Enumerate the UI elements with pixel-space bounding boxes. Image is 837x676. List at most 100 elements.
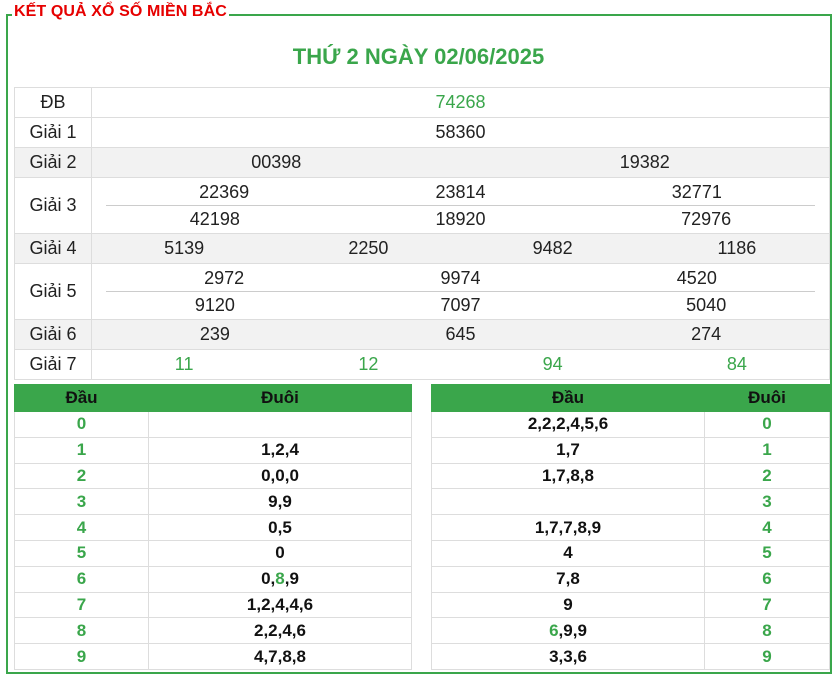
tail-digits: [148, 411, 412, 438]
prize-label: Giải 4: [14, 233, 92, 264]
head-part: ,9,9: [558, 620, 587, 640]
prize-label: Giải 2: [14, 147, 92, 178]
head-digit: 6: [14, 565, 149, 593]
head-digits: 1,7: [431, 436, 705, 464]
table-row: 7,8 6: [431, 565, 830, 593]
prize-row-g1: Giải 1 58360: [14, 117, 830, 148]
head-digits: 9: [431, 591, 705, 619]
prize-value: 00398: [251, 152, 302, 172]
prize-value: 2250: [348, 238, 389, 258]
tail-digits: 4,7,8,8: [148, 643, 412, 670]
date-title: THỨ 2 NGÀY 02/06/2025: [292, 44, 545, 69]
head-digit: 2: [14, 462, 149, 490]
table-row: 0: [14, 411, 412, 438]
tail-part: ,9: [284, 569, 299, 589]
tail-digit: 9: [704, 643, 830, 670]
tail-digit: 0: [704, 411, 830, 438]
head-digits: 2,2,2,4,5,6: [431, 411, 705, 438]
tail-digits: 9,9: [148, 488, 412, 516]
tail-digits: 0,0,0: [148, 462, 412, 490]
prize-row-g5: Giải 5 2972 9974 4520 9120 7097 5040: [14, 263, 830, 320]
prize-row-g6: Giải 6 239 645 274: [14, 319, 830, 350]
head-digit: 3: [14, 488, 149, 516]
table-row: 6,9,9 8: [431, 617, 830, 645]
table-row: 45: [431, 539, 830, 567]
table-row: 1 1,2,4: [14, 436, 412, 464]
tail-digit: 1: [704, 436, 830, 464]
prize-row-g7: Giải 7 11 12 94 84: [14, 349, 830, 380]
prize-value: 1186: [717, 238, 757, 258]
tail-digits: 0,5: [148, 514, 412, 541]
head-digit: 8: [14, 617, 149, 645]
head-digit: 1: [14, 436, 149, 464]
tail-digits: 1,2,4,4,6: [148, 591, 412, 619]
prize-row-g4: Giải 4 5139 2250 9482 1186: [14, 233, 830, 264]
results-table: ĐB 74268 Giải 1 58360 Giải 2 00398 19382…: [14, 87, 830, 380]
tail-digit: 5: [704, 539, 830, 567]
column-header-dau: Đầu: [431, 384, 705, 412]
prize-label: Giải 3: [14, 177, 92, 234]
tail-digit: 7: [704, 591, 830, 619]
prize-row-db: ĐB 74268: [14, 87, 830, 118]
prize-row-g2: Giải 2 00398 19382: [14, 147, 830, 178]
prize-value: 5040: [686, 294, 727, 315]
table-row: 3 9,9: [14, 488, 412, 516]
head-digits: 7,8: [431, 565, 705, 593]
head-digit: 9: [14, 643, 149, 670]
tail-digits: 2,2,4,6: [148, 617, 412, 645]
tail-digit: 4: [704, 514, 830, 541]
tail-digits: 1,2,4: [148, 436, 412, 464]
tail-part-highlight: 8: [275, 569, 285, 589]
table-row: 8 2,2,4,6: [14, 617, 412, 645]
head-digits: 3,3,6: [431, 643, 705, 670]
table-row: 9 4,7,8,8: [14, 643, 412, 670]
head-digits: 1,7,8,8: [431, 462, 705, 490]
table-row: 50: [14, 539, 412, 567]
prize-value: 9974: [440, 267, 481, 288]
head-digit: 0: [14, 411, 149, 438]
prize-label: Giải 1: [14, 117, 92, 148]
prize-value: 9120: [194, 294, 235, 315]
prize-value: 23814: [435, 181, 486, 202]
tail-digit: 8: [704, 617, 830, 645]
prize-value: 84: [726, 354, 747, 374]
prize-value: 19382: [619, 152, 670, 172]
special-prize-value: 74268: [435, 92, 486, 112]
frame-title: KẾT QUẢ XỔ SỐ MIỀN BẮC: [12, 3, 229, 21]
head-digit: 4: [14, 514, 149, 541]
table-row: 1,7 1: [431, 436, 830, 464]
prize-value: 7097: [440, 294, 481, 315]
tail-digits: 0,8,9: [148, 565, 412, 593]
table-row: 7 1,2,4,4,6: [14, 591, 412, 619]
prize-value: 32771: [671, 181, 722, 202]
head-digit: 5: [14, 539, 149, 567]
prize-row-g3: Giải 3 22369 23814 32771 42198 18920 729…: [14, 177, 830, 234]
prize-value: 18920: [435, 208, 486, 229]
dau-table: Đầu Đuôi 0 1 1,2,4 2 0,0,0 3 9,9 4 0,5 50 60…: [14, 384, 412, 670]
prize-value: 12: [358, 354, 379, 374]
prize-label: Giải 5: [14, 263, 92, 320]
tail-digit: 2: [704, 462, 830, 490]
prize-value: 94: [542, 354, 563, 374]
prize-value: 274: [691, 324, 722, 344]
column-header-dau: Đầu: [14, 384, 149, 412]
head-digit: 7: [14, 591, 149, 619]
prize-label: ĐB: [14, 87, 92, 118]
column-header-duoi: Đuôi: [704, 384, 830, 412]
table-row: 3,3,6 9: [431, 643, 830, 670]
duoi-table: Đầu Đuôi 2,2,2,4,5,6 0 1,7 1 1,7,8,8 2 3 1,…: [431, 384, 830, 670]
tail-digits: 0: [148, 539, 412, 567]
table-row: 97: [431, 591, 830, 619]
prize-label: Giải 6: [14, 319, 92, 350]
prize-label: Giải 7: [14, 349, 92, 380]
table-row: 6 0,8,9: [14, 565, 412, 593]
table-row: 2,2,2,4,5,6 0: [431, 411, 830, 438]
head-digits: 1,7,7,8,9: [431, 514, 705, 541]
prize-value: 22369: [199, 181, 250, 202]
head-digits: [431, 488, 705, 516]
prize-value: 72976: [681, 208, 732, 229]
tail-digit: 3: [704, 488, 830, 516]
tail-digit: 6: [704, 565, 830, 593]
prize-value: 4520: [676, 267, 717, 288]
prize-value: 645: [445, 324, 476, 344]
